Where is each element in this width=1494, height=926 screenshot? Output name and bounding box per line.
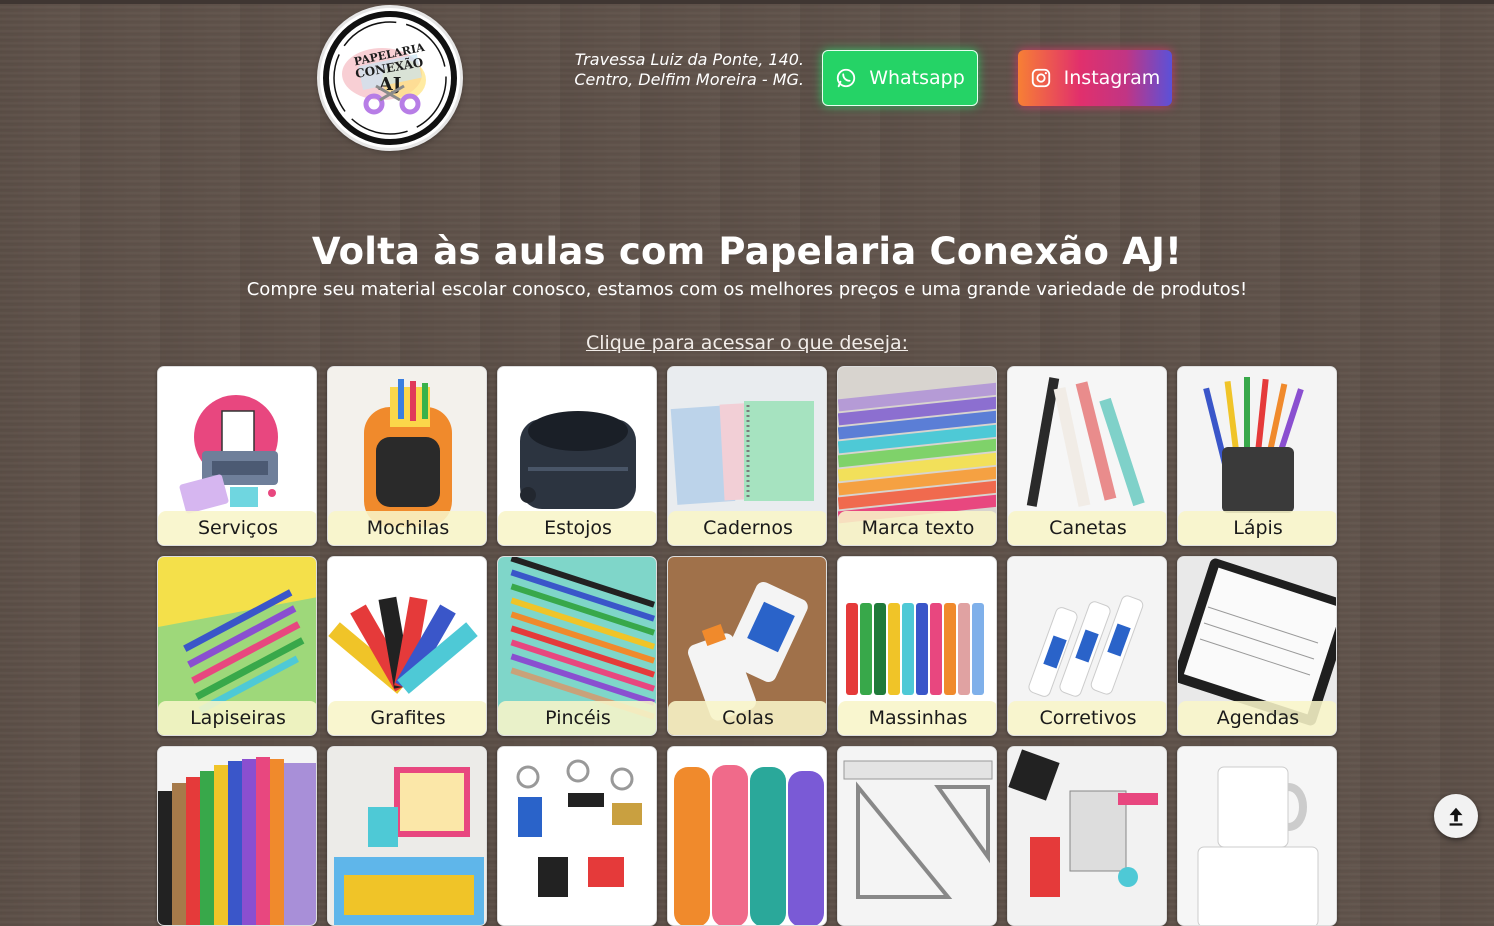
category-card-papeis[interactable] [157,746,317,926]
instagram-button[interactable]: Instagram [1018,50,1172,106]
category-card-canetas[interactable]: Canetas [1007,366,1167,546]
store-logo[interactable]: PAPELARIA CONEXÃO AJ [320,8,460,148]
category-card-kits[interactable] [327,746,487,926]
svg-text:AJ: AJ [378,74,401,95]
category-label: Marca texto [838,511,996,545]
address-line-1: Travessa Luiz da Ponte, 140. [574,50,804,69]
category-card-reguas[interactable] [837,746,997,926]
category-label: Canetas [1008,511,1166,545]
category-label: Colas [668,701,826,735]
whatsapp-icon [837,68,856,88]
category-label: Lápis [1178,511,1336,545]
category-card-corretivos[interactable]: Corretivos [1007,556,1167,736]
page-title: Volta às aulas com Papelaria Conexão AJ! [311,230,1183,273]
category-grid: Serviços Mochilas Estojos Cadernos Marca… [157,366,1337,926]
category-card-cadernos[interactable]: Cadernos [667,366,827,546]
category-card-marca-texto[interactable]: Marca texto [837,366,997,546]
address-line-2: Centro, Delfim Moreira - MG. [574,70,804,89]
store-address: Travessa Luiz da Ponte, 140. Centro, Del… [540,50,804,90]
instagram-label: Instagram [1063,67,1161,89]
office-supplies-icon [1008,747,1166,925]
category-card-agendas[interactable]: Agendas [1177,556,1337,736]
mug-icon [1178,747,1336,925]
whatsapp-button[interactable]: Whatsapp [822,50,978,106]
keychain-icon [498,747,656,925]
category-label: Agendas [1178,701,1336,735]
kit-box-icon [328,747,486,925]
category-label: Estojos [498,511,656,545]
category-card-grafites[interactable]: Grafites [327,556,487,736]
categories-link[interactable]: Clique para acessar o que deseja: [0,332,1494,354]
instagram-icon [1031,68,1050,88]
page-subtitle: Compre seu material escolar conosco, est… [246,279,1248,300]
ruler-icon [838,747,996,925]
category-label: Pincéis [498,701,656,735]
category-card-lapis[interactable]: Lápis [1177,366,1337,546]
paper-sheets-icon [158,747,316,925]
category-label: Serviços [158,511,316,545]
top-border [0,0,1494,4]
category-card-garrafas[interactable] [667,746,827,926]
category-card-pinceis[interactable]: Pincéis [497,556,657,736]
whatsapp-label: Whatsapp [869,67,965,89]
category-label: Cadernos [668,511,826,545]
category-card-colas[interactable]: Colas [667,556,827,736]
category-card-servicos[interactable]: Serviços [157,366,317,546]
logo-graphic: PAPELARIA CONEXÃO AJ [323,11,457,145]
category-card-estojos[interactable]: Estojos [497,366,657,546]
arrow-up-icon [1449,807,1463,826]
category-label: Massinhas [838,701,996,735]
category-card-escritorio[interactable] [1007,746,1167,926]
category-card-massinhas[interactable]: Massinhas [837,556,997,736]
scroll-top-button[interactable] [1434,794,1478,838]
category-card-canecas[interactable] [1177,746,1337,926]
category-label: Grafites [328,701,486,735]
category-label: Lapiseiras [158,701,316,735]
category-label: Mochilas [328,511,486,545]
category-card-mochilas[interactable]: Mochilas [327,366,487,546]
category-label: Corretivos [1008,701,1166,735]
bottle-icon [668,747,826,925]
category-card-chaveiros[interactable] [497,746,657,926]
category-card-lapiseiras[interactable]: Lapiseiras [157,556,317,736]
